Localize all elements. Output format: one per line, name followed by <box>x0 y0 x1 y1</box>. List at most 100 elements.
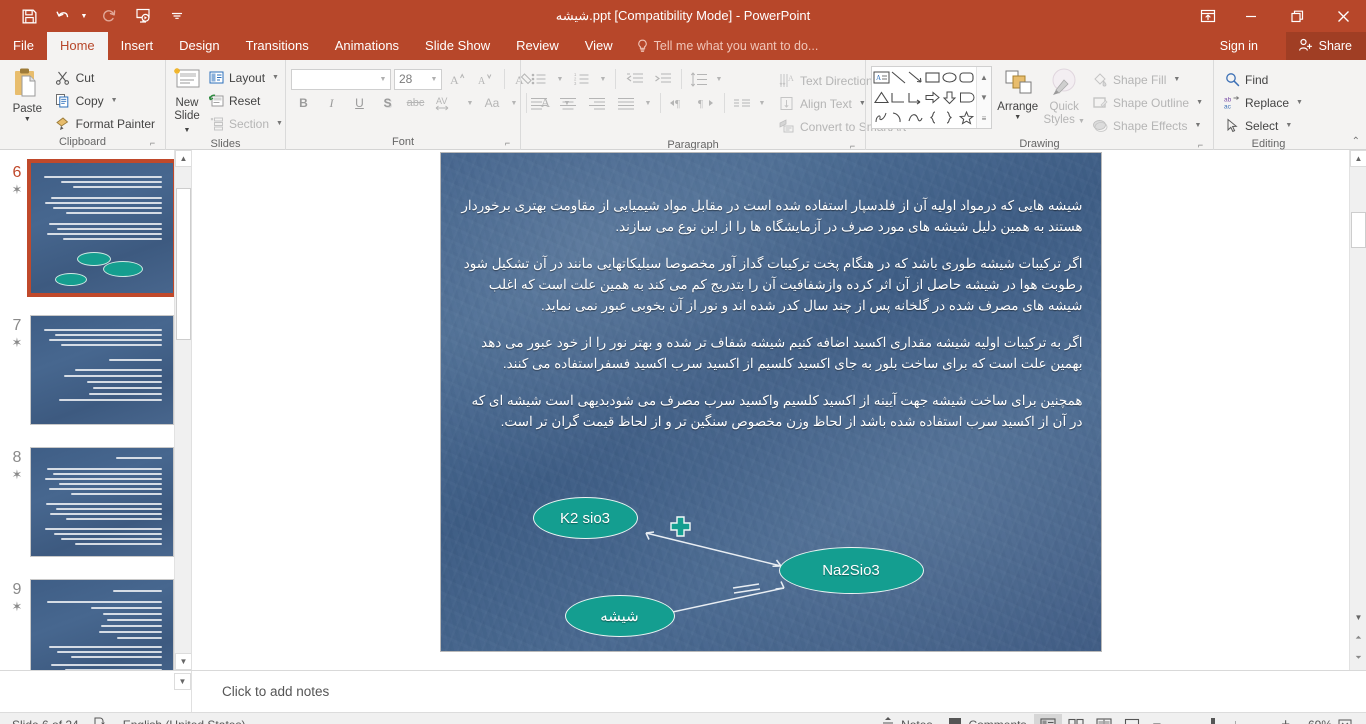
font-name-input[interactable]: ▼ <box>291 68 391 90</box>
align-right-button[interactable] <box>584 92 610 115</box>
shapes-scroll-up-icon[interactable]: ▲ <box>977 67 991 87</box>
numbering-button[interactable]: 123 <box>569 68 594 91</box>
font-size-dropdown-icon[interactable]: ▼ <box>427 76 441 83</box>
ribbon-display-options-icon[interactable] <box>1188 0 1228 32</box>
thumbnail-image-9[interactable] <box>30 579 174 670</box>
undo-dropdown-icon[interactable]: ▼ <box>78 13 90 20</box>
zoom-handle[interactable] <box>1211 717 1216 724</box>
format-painter-button[interactable]: Format Painter <box>50 112 160 135</box>
columns-dropdown-icon[interactable]: ▼ <box>756 92 768 115</box>
paste-button[interactable]: Paste ▼ <box>5 64 50 124</box>
arrange-button[interactable]: Arrange ▼ <box>992 66 1043 122</box>
shape-triangle-icon[interactable] <box>873 88 890 108</box>
section-button[interactable]: Section ▼ <box>203 112 288 135</box>
slide-area-scrollbar[interactable]: ▲ ▼ ⏶ ⏷ <box>1349 150 1366 670</box>
columns-button[interactable] <box>731 92 753 115</box>
bullets-button[interactable] <box>526 68 551 91</box>
find-button[interactable]: Find <box>1219 68 1308 91</box>
shapes-gallery-scrollbar[interactable]: ▲ ▼ ≡ <box>976 67 991 128</box>
zoom-slider[interactable]: − + <box>1146 716 1296 724</box>
shape-rounded-rectangle-icon[interactable] <box>958 68 975 88</box>
select-dropdown-icon[interactable]: ▼ <box>1285 122 1292 129</box>
reset-button[interactable]: Reset <box>203 89 288 112</box>
diagram-node-na2sio3[interactable]: Na2Sio3 <box>778 547 924 594</box>
thumbnail-slide-9[interactable]: 9 ✶ <box>4 579 174 670</box>
shape-down-arrow-icon[interactable] <box>941 88 958 108</box>
ltr-text-direction-button[interactable]: ¶ <box>667 92 691 115</box>
numbering-dropdown-icon[interactable]: ▼ <box>597 68 609 91</box>
font-name-dropdown-icon[interactable]: ▼ <box>376 76 390 83</box>
shape-left-brace-icon[interactable] <box>924 107 941 127</box>
thumbnail-pane-scroll-down-icon[interactable]: ▼ <box>174 672 191 690</box>
shape-fill-dropdown-icon[interactable]: ▼ <box>1173 76 1180 83</box>
shape-fill-button[interactable]: Shape Fill ▼ <box>1087 68 1208 91</box>
shape-right-brace-icon[interactable] <box>941 107 958 127</box>
redo-icon[interactable] <box>94 4 124 28</box>
layout-button[interactable]: Layout ▼ <box>203 66 288 89</box>
slide-diagram[interactable]: K2 sio3 Na2Sio3 شیشه <box>441 488 1101 651</box>
customize-qat-icon[interactable] <box>162 4 192 28</box>
section-dropdown-icon[interactable]: ▼ <box>276 120 283 127</box>
line-spacing-button[interactable] <box>688 68 710 91</box>
shape-right-arrow-icon[interactable] <box>924 88 941 108</box>
thumbnail-slide-6[interactable]: 6 ✶ <box>4 159 177 297</box>
zoom-level-label[interactable]: 69% <box>1296 718 1332 724</box>
replace-button[interactable]: ab ac Replace ▼ <box>1219 91 1308 114</box>
slide-sorter-view-button[interactable] <box>1062 714 1090 724</box>
diagram-node-shishe[interactable]: شیشه <box>564 595 675 637</box>
shape-star-icon[interactable] <box>958 107 975 127</box>
shape-arc-icon[interactable] <box>890 107 907 127</box>
shape-curve-icon[interactable] <box>907 107 924 127</box>
decrease-indent-button[interactable] <box>622 68 647 91</box>
justify-button[interactable] <box>613 92 639 115</box>
layout-dropdown-icon[interactable]: ▼ <box>272 74 279 81</box>
shape-rectangle-icon[interactable] <box>924 68 941 88</box>
zoom-out-button[interactable]: − <box>1152 716 1161 724</box>
thumbnail-image-6[interactable] <box>27 159 177 297</box>
restore-icon[interactable] <box>1274 0 1320 32</box>
diagram-node-k2sio3[interactable]: K2 sio3 <box>532 497 638 539</box>
zoom-in-button[interactable]: + <box>1281 716 1290 724</box>
shape-elbow-connector-icon[interactable] <box>890 88 907 108</box>
spellcheck-icon[interactable]: x <box>93 716 109 724</box>
change-case-dropdown-icon[interactable]: ▼ <box>508 92 520 115</box>
tab-slide-show[interactable]: Slide Show <box>412 32 503 60</box>
normal-view-button[interactable] <box>1034 713 1063 724</box>
slide-scroll-thumb[interactable] <box>1351 212 1366 248</box>
shape-elbow-arrow-icon[interactable] <box>907 88 924 108</box>
clipboard-dialog-launcher-icon[interactable]: ⌐ <box>147 138 158 149</box>
arrange-dropdown-icon[interactable]: ▼ <box>1014 114 1021 122</box>
tab-review[interactable]: Review <box>503 32 572 60</box>
slide-editing-area[interactable]: شیشه هایی که درمواد اولیه آن از فلدسپار … <box>192 150 1349 670</box>
notes-placeholder[interactable]: Click to add notes <box>192 684 329 699</box>
close-icon[interactable] <box>1320 0 1366 32</box>
language-indicator[interactable]: English (United States) <box>123 718 246 724</box>
copy-button[interactable]: Copy ▼ <box>50 89 160 112</box>
bullets-dropdown-icon[interactable]: ▼ <box>554 68 566 91</box>
fit-to-window-button[interactable] <box>1332 714 1358 724</box>
save-icon[interactable] <box>14 4 44 28</box>
shape-effects-dropdown-icon[interactable]: ▼ <box>1195 122 1202 129</box>
thumbnail-slide-8[interactable]: 8 ✶ <box>4 447 174 557</box>
previous-slide-icon[interactable]: ⏶ <box>1350 629 1366 646</box>
copy-dropdown-icon[interactable]: ▼ <box>111 97 118 104</box>
strikethrough-button[interactable]: abc <box>403 92 428 115</box>
slide-body-text[interactable]: شیشه هایی که درمواد اولیه آن از فلدسپار … <box>459 195 1082 448</box>
tab-home[interactable]: Home <box>46 32 108 60</box>
tab-animations[interactable]: Animations <box>322 32 412 60</box>
justify-dropdown-icon[interactable]: ▼ <box>642 92 654 115</box>
thumbnail-scroll-thumb[interactable] <box>176 188 191 340</box>
align-left-button[interactable] <box>526 92 552 115</box>
shape-flowchart-icon[interactable] <box>958 88 975 108</box>
new-slide-button[interactable]: New Slide ▼ <box>171 64 203 137</box>
tell-me-search[interactable]: Tell me what you want to do... <box>626 32 829 60</box>
collapse-ribbon-icon[interactable]: ⌃ <box>1352 136 1360 147</box>
quick-styles-button[interactable]: Quick Styles ▼ <box>1043 66 1085 128</box>
character-spacing-dropdown-icon[interactable]: ▼ <box>464 92 476 115</box>
thumbnail-slide-7[interactable]: 7 ✶ <box>4 315 174 425</box>
sign-in-button[interactable]: Sign in <box>1220 32 1258 60</box>
start-from-beginning-icon[interactable] <box>128 4 158 28</box>
font-size-input[interactable]: 28 ▼ <box>394 68 442 90</box>
tab-insert[interactable]: Insert <box>108 32 167 60</box>
next-slide-icon[interactable]: ⏷ <box>1350 649 1366 666</box>
